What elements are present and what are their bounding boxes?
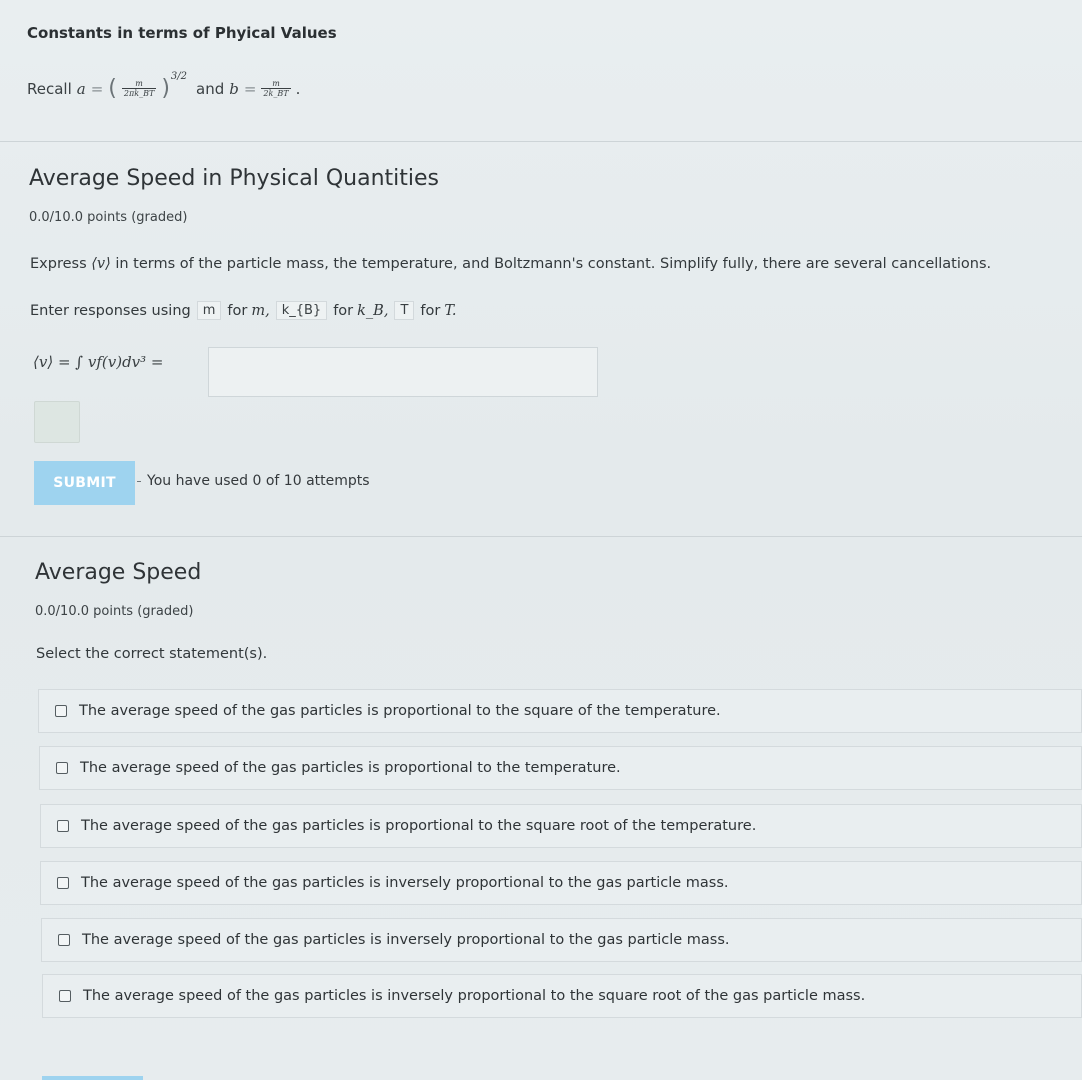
paren-close: ): [161, 76, 170, 101]
option-5-checkbox[interactable]: [58, 934, 70, 946]
chip-kb: k_{B}: [275, 301, 328, 320]
b-denominator: 2k_BT: [263, 89, 289, 98]
option-5-label: The average speed of the gas particles i…: [82, 932, 730, 948]
problem1-prompt: Express ⟨v⟩ in terms of the particle mas…: [30, 256, 991, 272]
option-2[interactable]: The average speed of the gas particles i…: [39, 746, 1082, 790]
a-denominator: 2πk_BT: [123, 89, 155, 98]
section-divider-1: [0, 141, 1082, 142]
problem2-points: 0.0/10.0 points (graded): [35, 604, 194, 619]
and-text: and: [196, 79, 225, 98]
chip-t: T: [394, 301, 415, 320]
submit-button[interactable]: SUBMIT: [34, 461, 135, 505]
a-exponent: 3/2: [170, 71, 187, 82]
option-6-label: The average speed of the gas particles i…: [83, 988, 866, 1004]
period: .: [295, 79, 301, 98]
for-m-text: for: [227, 302, 248, 319]
prompt-symbol: ⟨v⟩: [91, 256, 111, 272]
symbol-kb: k_B,: [357, 302, 389, 319]
option-6-checkbox[interactable]: [59, 990, 71, 1002]
paren-open: (: [108, 76, 117, 101]
option-1-label: The average speed of the gas particles i…: [79, 703, 721, 719]
equation-label: ⟨v⟩ = ∫ vf(v)dv³ =: [33, 353, 164, 371]
recall-formula: Recall a = ( m 2πk_BT ) 3/2 and b = m 2k…: [27, 71, 301, 101]
a-numerator: m: [121, 79, 157, 89]
problem1-points: 0.0/10.0 points (graded): [29, 210, 188, 225]
equals-sign-b: =: [243, 79, 257, 98]
problem2-instruction: Select the correct statement(s).: [36, 646, 268, 662]
b-numerator: m: [261, 79, 291, 89]
option-4-checkbox[interactable]: [57, 877, 69, 889]
for-kb-text: for: [333, 302, 354, 319]
option-5[interactable]: The average speed of the gas particles i…: [41, 918, 1082, 962]
option-1[interactable]: The average speed of the gas particles i…: [38, 689, 1082, 733]
equation-preview-box: [34, 401, 80, 443]
option-2-checkbox[interactable]: [56, 762, 68, 774]
equals-sign: =: [90, 79, 104, 98]
enter-prefix: Enter responses using: [30, 302, 191, 319]
a-fraction: m 2πk_BT: [121, 79, 157, 98]
b-symbol: b: [229, 79, 239, 98]
recall-prefix: Recall: [27, 79, 72, 98]
b-fraction: m 2k_BT: [261, 79, 291, 98]
option-4[interactable]: The average speed of the gas particles i…: [40, 861, 1082, 905]
prompt-prefix: Express: [30, 256, 87, 272]
for-t-text: for: [420, 302, 441, 319]
chip-m: m: [196, 301, 222, 320]
a-symbol: a: [76, 79, 86, 98]
problem1-instructions: Enter responses using m for m, k_{B} for…: [30, 301, 456, 320]
constants-title: Constants in terms of Phyical Values: [27, 24, 337, 42]
option-6[interactable]: The average speed of the gas particles i…: [42, 974, 1082, 1018]
symbol-t: T.: [444, 302, 457, 319]
answer-input[interactable]: [208, 347, 598, 397]
option-3-checkbox[interactable]: [57, 820, 69, 832]
prompt-rest: in terms of the particle mass, the tempe…: [115, 256, 992, 272]
submit-button-2-partial[interactable]: [42, 1076, 143, 1080]
attempts-separator: [137, 481, 141, 482]
option-1-checkbox[interactable]: [55, 705, 67, 717]
problem1-title: Average Speed in Physical Quantities: [29, 166, 439, 191]
option-3[interactable]: The average speed of the gas particles i…: [40, 804, 1082, 848]
section-divider-2: [0, 536, 1082, 537]
option-3-label: The average speed of the gas particles i…: [81, 818, 757, 834]
attempts-text: You have used 0 of 10 attempts: [147, 473, 370, 489]
option-2-label: The average speed of the gas particles i…: [80, 760, 621, 776]
option-4-label: The average speed of the gas particles i…: [81, 875, 729, 891]
symbol-m: m,: [251, 302, 270, 319]
problem2-title: Average Speed: [35, 560, 202, 585]
